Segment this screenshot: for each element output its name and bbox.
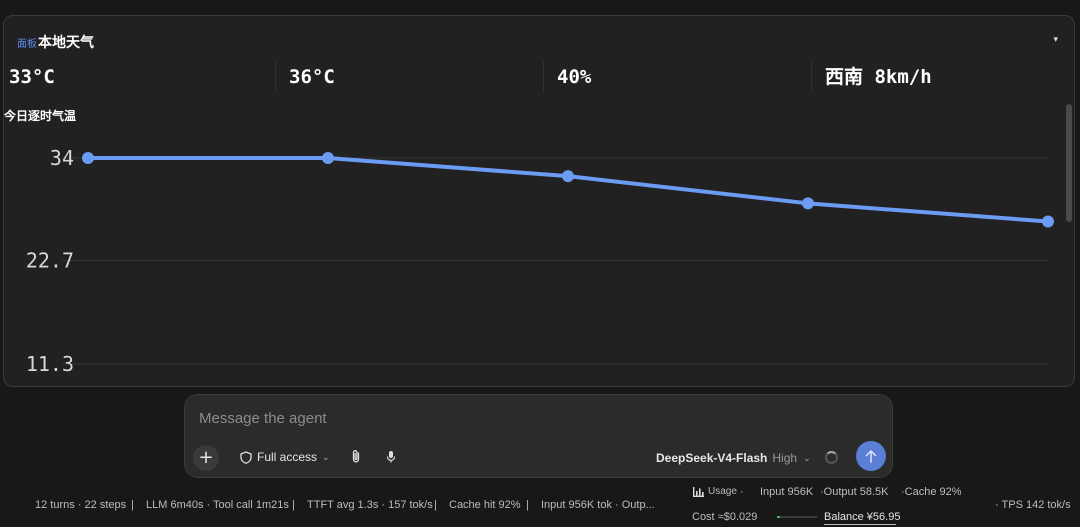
panel-scrollbar[interactable] <box>1066 104 1072 222</box>
footer-ttft: TTFT avg 1.3s · 157 tok/s <box>307 499 433 511</box>
access-selector[interactable]: Full access ⌄ <box>240 450 330 464</box>
paperclip-icon <box>352 450 360 463</box>
model-level: High <box>772 451 798 465</box>
usage-label: Usage <box>708 486 737 497</box>
bar-chart-icon <box>693 487 704 497</box>
chevron-down-icon: ⌄ <box>322 451 330 462</box>
usage-cache: ·Cache 92% <box>901 486 962 498</box>
footer-separator: | <box>526 499 529 511</box>
model-selector[interactable]: DeepSeek-V4-Flash High ⌄ <box>656 451 811 465</box>
status-footer: 12 turns · 22 steps | LLM 6m40s · Tool c… <box>0 486 1080 527</box>
usage-dot: · <box>740 486 744 498</box>
footer-separator: | <box>434 499 437 511</box>
footer-tps: · TPS 142 tok/s <box>995 499 1071 511</box>
temperature-line <box>88 156 1049 224</box>
send-button[interactable] <box>856 441 886 471</box>
temperature-chart: 34 22.7 11.3 <box>26 146 1054 376</box>
model-name: DeepSeek-V4-Flash <box>656 451 768 465</box>
footer-cache: Cache hit 92% <box>449 499 521 511</box>
access-label: Full access <box>257 450 318 464</box>
balance-text[interactable]: Balance ¥56.95 <box>824 511 900 523</box>
data-point[interactable] <box>1042 215 1054 228</box>
add-button[interactable]: + <box>193 445 219 471</box>
data-point[interactable] <box>802 197 814 210</box>
chevron-down-icon: ⌄ <box>803 452 811 463</box>
data-point[interactable] <box>562 170 574 183</box>
microphone-icon <box>386 451 396 463</box>
footer-separator: | <box>292 499 295 511</box>
footer-llm: LLM 6m40s · Tool call 1m21s <box>146 499 289 511</box>
y-tick-label: 11.3 <box>26 352 74 376</box>
balance-underline <box>824 524 896 525</box>
data-point[interactable] <box>82 152 94 164</box>
footer-separator: | <box>131 499 134 511</box>
loading-spinner-icon <box>825 451 838 464</box>
data-point[interactable] <box>322 152 334 164</box>
composer: + Full access ⌄ DeepSeek-V4-Flash High ⌄ <box>184 394 893 478</box>
y-tick-label: 34 <box>50 146 74 170</box>
y-tick-label: 22.7 <box>26 249 74 273</box>
weather-panel: 面板 本地天气 ▾ 33°C 36°C 40% 西南 8km/h 今日逐时气温 … <box>3 15 1075 387</box>
voice-button[interactable] <box>386 449 396 468</box>
footer-input: Input 956K tok · Outp... <box>541 499 655 511</box>
cost-text: Cost ≈$0.029 <box>692 511 758 523</box>
usage-input: Input 956K <box>760 486 814 498</box>
arrow-up-icon <box>865 450 877 463</box>
message-input[interactable] <box>199 407 839 429</box>
footer-turns: 12 turns · 22 steps <box>35 499 127 511</box>
usage-progress-fill <box>777 516 781 518</box>
attach-button[interactable] <box>350 449 362 468</box>
usage-progress-bar <box>777 516 817 518</box>
shield-icon <box>240 450 252 464</box>
usage-output: ·Output 58.5K <box>820 486 889 498</box>
